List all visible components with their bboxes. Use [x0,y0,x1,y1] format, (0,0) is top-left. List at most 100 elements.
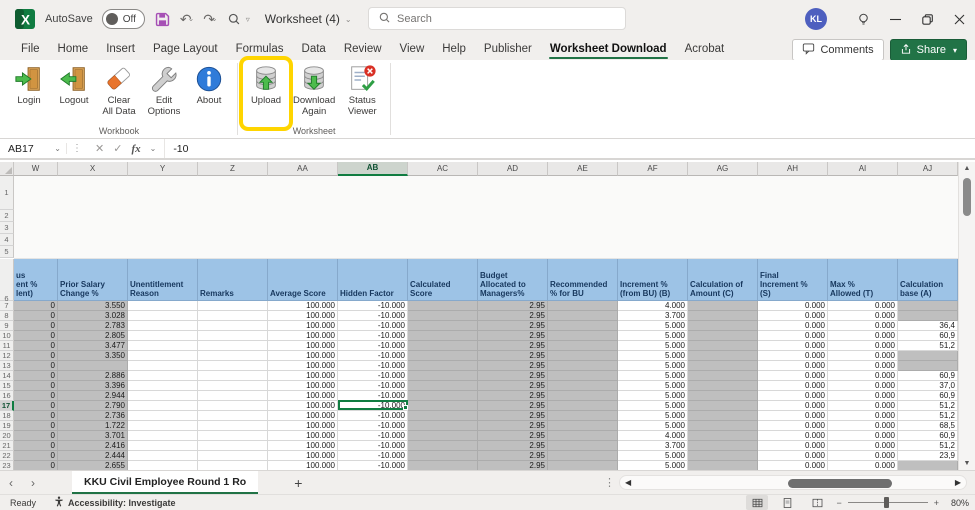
column-header-AC[interactable]: AC [408,162,478,176]
cell-AB20[interactable]: -10.000 [338,431,408,441]
row-header-23[interactable]: 23 [0,461,14,470]
cell-AB9[interactable]: -10.000 [338,321,408,331]
cell-Z15[interactable] [198,381,268,391]
cell-Y12[interactable] [128,351,198,361]
cell-W14[interactable]: 0 [14,371,58,381]
cell-AG16[interactable] [688,391,758,401]
cell-AG9[interactable] [688,321,758,331]
cell-Y23[interactable] [128,461,198,470]
cell-AD15[interactable]: 2.95 [478,381,548,391]
column-header-X[interactable]: X [58,162,128,176]
vertical-scroll-thumb[interactable] [963,178,971,216]
column-title-AH[interactable]: Final Increment % (S) [758,259,828,301]
menu-tab-acrobat[interactable]: Acrobat [676,40,734,58]
zoom-out-icon[interactable]: − [836,498,841,508]
cell-AG10[interactable] [688,331,758,341]
cell-AI15[interactable]: 0.000 [828,381,898,391]
cell-W22[interactable]: 0 [14,451,58,461]
cell-AG15[interactable] [688,381,758,391]
cell-Y13[interactable] [128,361,198,371]
cell-Y16[interactable] [128,391,198,401]
cell-Y22[interactable] [128,451,198,461]
cell-Z20[interactable] [198,431,268,441]
vertical-scrollbar[interactable]: ▲ ▼ [958,162,975,470]
cell-AC22[interactable] [408,451,478,461]
cell-AF10[interactable]: 5.000 [618,331,688,341]
column-header-AD[interactable]: AD [478,162,548,176]
cell-X20[interactable]: 3.701 [58,431,128,441]
minimize-button[interactable] [879,0,911,38]
tab-splitter-handle[interactable]: ⋮ [604,476,615,489]
edit-options-button[interactable]: Edit Options [143,62,185,125]
cell-AI20[interactable]: 0.000 [828,431,898,441]
cell-AH16[interactable]: 0.000 [758,391,828,401]
cell-Y18[interactable] [128,411,198,421]
cell-AH15[interactable]: 0.000 [758,381,828,391]
column-title-X[interactable]: Prior Salary Change % [58,259,128,301]
download-again-button[interactable]: Download Again [290,62,338,125]
menu-tab-review[interactable]: Review [335,40,391,58]
cell-AJ19[interactable]: 68,5 [898,421,958,431]
cell-W16[interactable]: 0 [14,391,58,401]
column-header-AI[interactable]: AI [828,162,898,176]
cell-AG18[interactable] [688,411,758,421]
sheet-nav-right-icon[interactable]: › [22,476,44,490]
cell-AG21[interactable] [688,441,758,451]
cell-AF15[interactable]: 5.000 [618,381,688,391]
cell-AI12[interactable]: 0.000 [828,351,898,361]
cell-AA9[interactable]: 100.000 [268,321,338,331]
cell-AH8[interactable]: 0.000 [758,311,828,321]
autosave-toggle[interactable]: Off [102,9,145,29]
cell-AA17[interactable]: 100.000 [268,401,338,411]
view-page-break-button[interactable] [806,495,828,510]
cell-AC15[interactable] [408,381,478,391]
cell-AI14[interactable]: 0.000 [828,371,898,381]
cell-AJ9[interactable]: 36,4 [898,321,958,331]
cell-AJ21[interactable]: 51,2 [898,441,958,451]
cell-AB23[interactable]: -10.000 [338,461,408,470]
logout-button[interactable]: Logout [53,62,95,125]
cell-AA7[interactable]: 100.000 [268,301,338,311]
cell-AA23[interactable]: 100.000 [268,461,338,470]
horizontal-scrollbar[interactable]: ◀ ▶ [619,475,967,490]
row-header-9[interactable]: 9 [0,321,14,331]
cell-AC13[interactable] [408,361,478,371]
cell-AB21[interactable]: -10.000 [338,441,408,451]
cell-AD19[interactable]: 2.95 [478,421,548,431]
cell-AE11[interactable] [548,341,618,351]
cell-X7[interactable]: 3.550 [58,301,128,311]
cell-AG22[interactable] [688,451,758,461]
cancel-entry-icon[interactable]: ✕ [95,142,104,155]
cell-Z19[interactable] [198,421,268,431]
cell-AD7[interactable]: 2.95 [478,301,548,311]
scroll-up-icon[interactable]: ▲ [959,162,975,175]
cell-W12[interactable]: 0 [14,351,58,361]
cell-AJ22[interactable]: 23,9 [898,451,958,461]
cell-W17[interactable]: 0 [14,401,58,411]
cell-X16[interactable]: 2.944 [58,391,128,401]
row-header-4[interactable]: 4 [0,234,14,246]
cell-X13[interactable] [58,361,128,371]
cell-Z13[interactable] [198,361,268,371]
column-header-AG[interactable]: AG [688,162,758,176]
cell-AF17[interactable]: 5.000 [618,401,688,411]
cell-AE21[interactable] [548,441,618,451]
column-header-Z[interactable]: Z [198,162,268,176]
cell-AF9[interactable]: 5.000 [618,321,688,331]
cell-AE17[interactable] [548,401,618,411]
cell-AJ13[interactable] [898,361,958,371]
status-viewer-button[interactable]: Status Viewer [341,62,383,125]
document-title[interactable]: Worksheet (4) [265,12,340,26]
cell-AH11[interactable]: 0.000 [758,341,828,351]
cell-AF20[interactable]: 4.000 [618,431,688,441]
insert-function-icon[interactable]: fx [131,143,140,155]
column-title-AC[interactable]: Calculated Score [408,259,478,301]
cell-AA11[interactable]: 100.000 [268,341,338,351]
cell-AE15[interactable] [548,381,618,391]
cell-W15[interactable]: 0 [14,381,58,391]
cell-AH23[interactable]: 0.000 [758,461,828,470]
cell-AC14[interactable] [408,371,478,381]
cell-X9[interactable]: 2.783 [58,321,128,331]
cell-AJ20[interactable]: 60,9 [898,431,958,441]
scroll-left-icon[interactable]: ◀ [625,478,631,487]
